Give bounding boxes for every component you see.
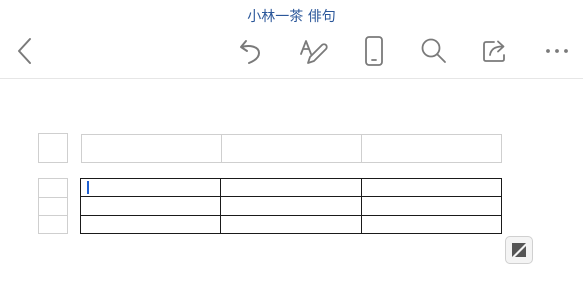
text-cursor: [87, 181, 89, 195]
table-row: [79, 214, 503, 235]
table-select-all-handle[interactable]: [38, 133, 68, 163]
table-cell[interactable]: [79, 177, 222, 198]
mobile-view-icon: [365, 36, 383, 66]
table-cell[interactable]: [220, 177, 362, 198]
row-handle-1[interactable]: [38, 178, 68, 198]
search-button[interactable]: [417, 34, 451, 68]
document-editor: 小林一茶 俳句: [0, 0, 583, 297]
table-cell[interactable]: [220, 214, 362, 235]
table-row: [79, 196, 503, 216]
column-handle-3[interactable]: [361, 134, 502, 163]
table-cell[interactable]: [79, 196, 222, 216]
more-icon: [546, 49, 568, 53]
back-button[interactable]: [8, 34, 42, 68]
row-handle-3[interactable]: [38, 215, 68, 234]
draw-button[interactable]: [296, 34, 330, 68]
table-cell[interactable]: [360, 214, 503, 235]
share-button[interactable]: [478, 34, 512, 68]
row-handle-2[interactable]: [38, 197, 68, 216]
search-icon: [421, 38, 446, 63]
table-cell[interactable]: [360, 177, 503, 198]
undo-icon: [240, 40, 261, 64]
back-icon: [18, 38, 31, 64]
mobile-view-button[interactable]: [357, 34, 391, 68]
document-table: [79, 177, 503, 235]
undo-button[interactable]: [235, 34, 269, 68]
table-row: [79, 177, 503, 198]
table-cell[interactable]: [360, 196, 503, 216]
share-icon: [483, 40, 505, 62]
draw-icon: [300, 40, 328, 64]
column-handle-1[interactable]: [81, 134, 222, 163]
table-cell[interactable]: [79, 214, 222, 235]
document-title[interactable]: 小林一茶 俳句: [0, 8, 583, 26]
top-toolbar: 小林一茶 俳句: [0, 0, 583, 79]
table-resize-button[interactable]: [505, 236, 533, 264]
resize-icon: [512, 243, 526, 257]
table-cell[interactable]: [220, 196, 362, 216]
more-button[interactable]: [540, 34, 574, 68]
column-handle-2[interactable]: [221, 134, 362, 163]
